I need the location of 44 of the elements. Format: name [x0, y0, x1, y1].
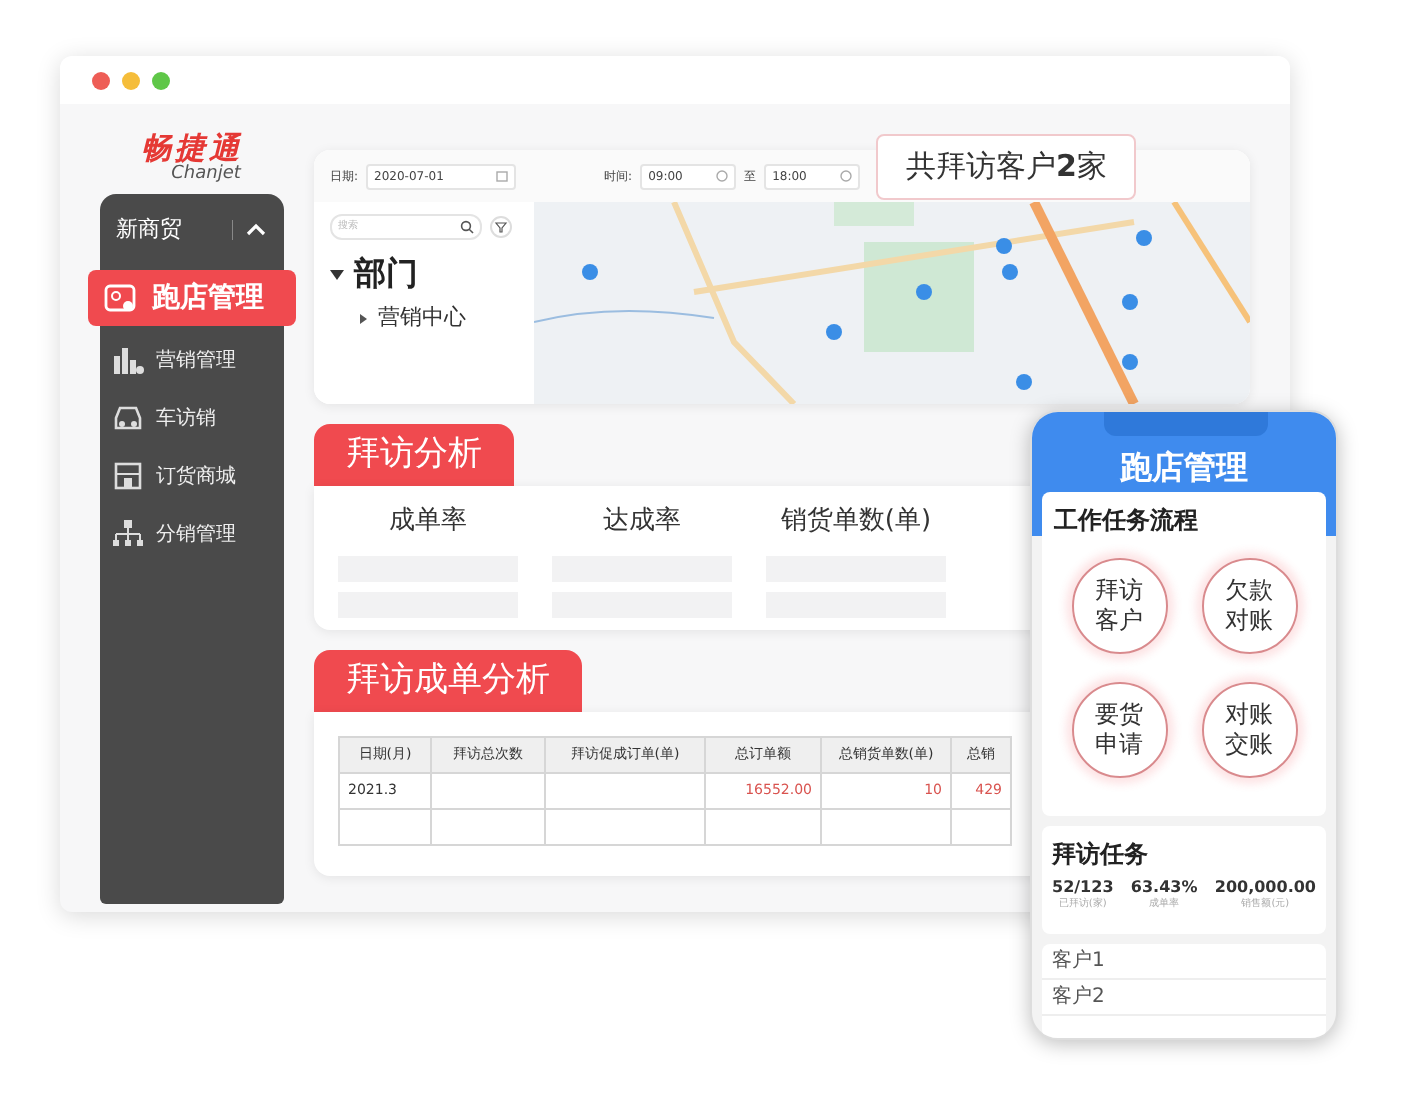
logo-subtitle: Chanjet	[171, 164, 241, 184]
search-icon	[460, 220, 474, 234]
org-chart-icon	[112, 518, 144, 550]
workflow-step-button[interactable]: 拜访客户	[1071, 558, 1167, 654]
stat-value: 200,000.00	[1214, 876, 1316, 897]
sidebar-item[interactable]: 分销管理	[100, 512, 284, 556]
sidebar-header: 新商贸	[116, 213, 182, 246]
stat-value: 52/123	[1052, 876, 1114, 897]
store-icon	[112, 460, 144, 492]
bar-chart-icon	[112, 344, 144, 376]
metric-label: 成单率	[389, 504, 467, 540]
sidebar-item[interactable]: 跑店管理	[88, 270, 296, 326]
tree-node[interactable]: 部门	[330, 250, 518, 298]
maximize-button-icon	[152, 72, 170, 90]
filter-icon	[490, 216, 512, 238]
metric-label: 销货单数(单)	[780, 504, 932, 540]
caret-down-icon	[330, 267, 344, 281]
metric-label: 达成率	[603, 504, 681, 540]
card-title: 拜访任务	[1052, 838, 1150, 872]
workflow-step-button[interactable]: 要货申请	[1071, 682, 1167, 778]
caret-right-icon	[358, 313, 368, 324]
section-title: 拜访成单分析	[314, 650, 582, 712]
car-icon	[112, 402, 144, 434]
stat-value: 63.43%	[1130, 876, 1198, 897]
minimize-button-icon	[122, 72, 140, 90]
tree-node[interactable]: 营销中心	[358, 302, 518, 335]
visit-count-callout: 共拜访客户2家	[876, 134, 1137, 199]
workflow-step-button[interactable]: 欠款对账	[1201, 558, 1297, 654]
sidebar-item[interactable]: 车访销	[100, 396, 284, 440]
workflow-step-button[interactable]: 对账交账	[1201, 682, 1297, 778]
customer-item[interactable]: 客户1	[1042, 944, 1326, 980]
section-title: 拜访分析	[314, 424, 514, 486]
chevron-up-icon	[232, 220, 268, 240]
clock-icon	[840, 170, 853, 182]
calendar-icon	[496, 170, 509, 182]
id-card-icon	[104, 282, 136, 314]
logo-text: 畅捷通	[141, 132, 243, 164]
customer-item[interactable]: 客户2	[1042, 980, 1326, 1016]
close-button-icon	[92, 72, 110, 90]
clock-icon	[716, 170, 729, 182]
sidebar-item[interactable]: 营销管理	[100, 338, 284, 382]
phone-title: 跑店管理	[1120, 448, 1248, 488]
card-title: 工作任务流程	[1054, 504, 1200, 538]
sidebar-item[interactable]: 订货商城	[100, 454, 284, 498]
